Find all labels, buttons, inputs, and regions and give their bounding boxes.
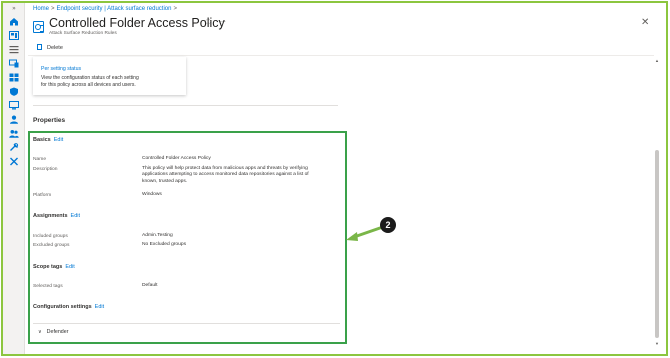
section-divider: [33, 105, 338, 106]
scope-tags-edit-link[interactable]: Edit: [65, 264, 74, 270]
configuration-settings-title: Configuration settings: [33, 304, 92, 310]
name-value: Controlled Folder Access Policy: [142, 156, 211, 161]
breadcrumb-endpoint-security-link[interactable]: Endpoint security | Attack surface reduc…: [57, 6, 172, 12]
description-line: known, trusted apps.: [142, 178, 188, 184]
chevron-down-icon: ∨: [38, 329, 42, 335]
selected-tags-value: Default: [142, 283, 158, 288]
per-setting-status-card[interactable]: Per setting status View the configuratio…: [33, 57, 186, 95]
assignments-edit-link[interactable]: Edit: [71, 213, 80, 219]
description-label: Description: [33, 167, 58, 172]
breadcrumb-separator: >: [173, 6, 177, 12]
breadcrumb-home-link[interactable]: Home: [33, 6, 49, 12]
properties-heading: Properties: [33, 117, 66, 124]
basics-title: Basics: [33, 137, 51, 143]
excluded-groups-value: No Excluded groups: [142, 242, 187, 247]
included-groups-value: Admin.Testing: [142, 233, 173, 238]
per-setting-status-description: View the configuration status of each se…: [41, 75, 139, 89]
name-label: Name: [33, 157, 47, 162]
selected-tags-label: Selected tags: [33, 284, 63, 289]
tenant-admin-icon[interactable]: [9, 143, 19, 152]
more-options-button[interactable]: ...: [220, 17, 226, 24]
card-description-line: for this policy across all devices and u…: [41, 82, 136, 88]
per-setting-status-link[interactable]: Per setting status: [41, 66, 81, 72]
devices-icon[interactable]: [9, 59, 19, 68]
breadcrumb: Home > Endpoint security | Attack surface …: [33, 6, 179, 12]
card-description-line: View the configuration status of each se…: [41, 75, 139, 81]
basics-heading: Basics Edit: [33, 137, 63, 143]
annotation-arrow: [346, 226, 382, 241]
delete-label: Delete: [47, 45, 63, 51]
annotation-marker-badge: 2: [380, 217, 396, 233]
defender-expander[interactable]: ∨ Defender: [38, 329, 68, 335]
left-nav-rail: »: [3, 3, 25, 354]
apps-icon[interactable]: [9, 73, 19, 82]
close-icon[interactable]: ✕: [641, 17, 649, 28]
included-groups-label: Included groups: [33, 234, 68, 239]
scroll-down-arrow-icon[interactable]: ▼: [655, 341, 659, 346]
breadcrumb-separator: >: [51, 6, 55, 12]
configuration-settings-edit-link[interactable]: Edit: [95, 304, 104, 310]
trash-icon: [37, 44, 42, 50]
properties-highlight-box: [28, 131, 347, 344]
dashboard-icon[interactable]: [9, 31, 19, 40]
defender-divider: [33, 323, 340, 324]
vertical-scrollbar-thumb[interactable]: [655, 150, 659, 338]
platform-value: Windows: [142, 192, 162, 197]
page-subtitle: Attack Surface Reduction Rules: [49, 31, 117, 36]
reports-icon[interactable]: [9, 101, 19, 110]
expand-nav-icon[interactable]: »: [3, 5, 25, 12]
troubleshooting-icon[interactable]: [9, 157, 19, 166]
pin-icon[interactable]: ☉: [205, 18, 211, 26]
description-line: applications attempting to access monito…: [142, 172, 309, 178]
scope-tags-heading: Scope tags Edit: [33, 264, 75, 270]
users-icon[interactable]: [9, 115, 19, 124]
page-title: Controlled Folder Access Policy: [49, 16, 225, 30]
delete-button[interactable]: Delete: [37, 44, 63, 51]
assignments-heading: Assignments Edit: [33, 213, 80, 219]
scope-tags-title: Scope tags: [33, 264, 63, 270]
home-icon[interactable]: [9, 17, 19, 26]
description-value: This policy will help protect data from …: [142, 166, 309, 185]
configuration-settings-heading: Configuration settings Edit: [33, 304, 104, 310]
all-services-icon[interactable]: [9, 45, 19, 54]
policy-icon: [33, 21, 44, 33]
excluded-groups-label: Excluded groups: [33, 243, 70, 248]
scroll-up-arrow-icon[interactable]: ▲: [655, 58, 659, 63]
platform-label: Platform: [33, 193, 52, 198]
groups-icon[interactable]: [9, 129, 19, 138]
assignments-title: Assignments: [33, 213, 68, 219]
toolbar-divider: [28, 55, 654, 56]
defender-label: Defender: [46, 329, 69, 335]
endpoint-security-icon[interactable]: [9, 87, 19, 96]
basics-edit-link[interactable]: Edit: [54, 137, 63, 143]
